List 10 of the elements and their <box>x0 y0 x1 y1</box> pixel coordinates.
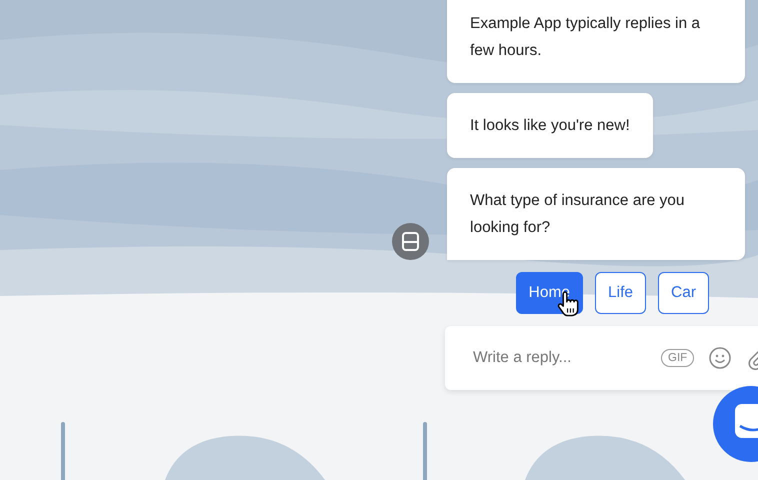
message-bubble: What type of insurance are you looking for? <box>447 168 745 260</box>
emoji-icon[interactable] <box>708 346 732 370</box>
quick-reply-button[interactable]: Car <box>658 272 709 314</box>
message-bubble: It looks like you're new! <box>447 93 653 158</box>
avatar-icon <box>392 223 429 260</box>
reply-input[interactable]: Write a reply... <box>471 348 635 368</box>
quick-reply-button[interactable]: Life <box>595 272 646 314</box>
reply-composer[interactable]: Write a reply... GIF <box>445 326 758 390</box>
gif-button[interactable]: GIF <box>661 349 694 367</box>
message-bubble: Example App typically replies in a few hours. <box>447 0 745 83</box>
